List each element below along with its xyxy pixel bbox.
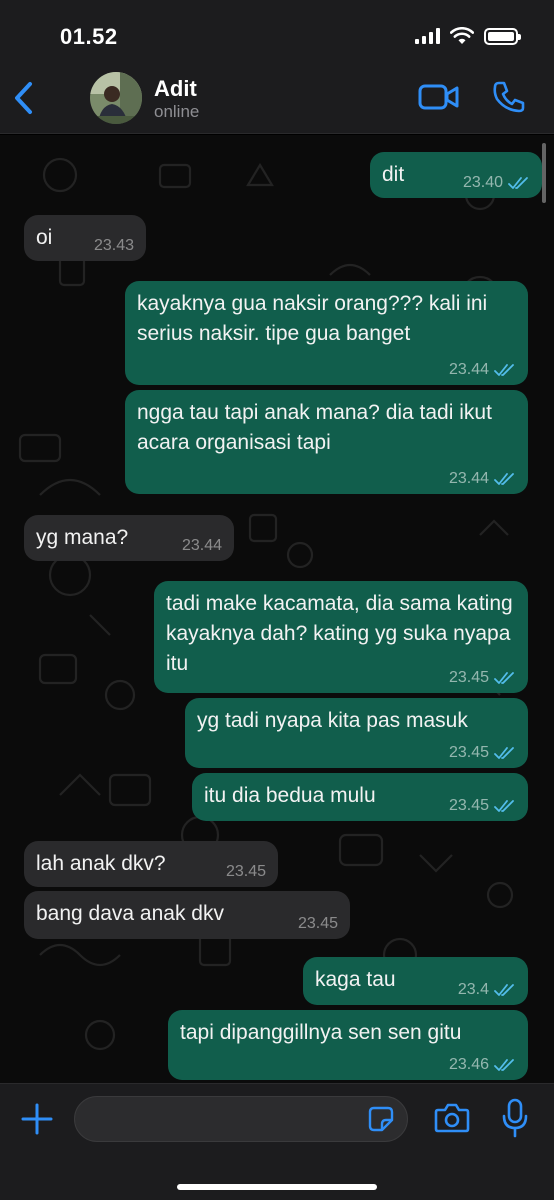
message-meta: 23.43 [94,237,134,255]
message-meta: 23.45 [449,797,516,815]
double-check-icon [494,984,514,996]
composer-bar [0,1083,554,1200]
outgoing-message-bubble[interactable]: kayaknya gua naksir orang??? kali ini se… [125,281,528,385]
double-check-icon [508,177,528,189]
message-meta: 23.44 [182,537,222,555]
message-time: 23.44 [181,537,222,554]
message-text: kayaknya gua naksir orang??? kali ini se… [137,292,488,345]
home-indicator[interactable] [177,1184,377,1190]
microphone-icon[interactable] [502,1098,528,1138]
double-check-icon [494,672,514,684]
message-text: tapi dipanggillnya sen sen gitu [180,1021,462,1044]
message-time: 23.44 [448,361,489,378]
outgoing-message-bubble[interactable]: tadi make kacamata, dia sama kating kaya… [154,581,528,693]
avatar[interactable] [90,72,142,124]
double-check-icon [494,747,514,759]
message-meta: 23.4 [458,981,516,999]
message-time: 23.45 [448,744,489,761]
double-check-icon [494,473,514,485]
message-meta: 23.40 [463,174,530,192]
back-chevron-icon[interactable] [8,76,42,120]
message-meta: 23.46 [449,1056,516,1074]
message-time: 23.4 [457,981,489,998]
chat-header: Adit online [0,64,554,134]
message-time: 23.43 [93,237,134,254]
outgoing-message-bubble[interactable]: ngga tau tapi anak mana? dia tadi ikut a… [125,390,528,494]
battery-icon [484,27,521,45]
outgoing-message-bubble[interactable]: yg tadi nyapa kita pas masuk 23.45 [185,698,528,768]
message-meta: 23.45 [298,915,338,933]
phone-icon[interactable] [492,80,526,114]
message-text: ngga tau tapi anak mana? dia tadi ikut a… [137,401,492,454]
message-time: 23.45 [448,669,489,686]
incoming-message-bubble[interactable]: yg mana? 23.44 [24,515,234,561]
status-time: 01.52 [60,24,118,49]
outgoing-message-bubble[interactable]: itu dia bedua mulu 23.45 [192,773,528,821]
message-input[interactable] [74,1096,408,1142]
message-meta: 23.45 [449,669,516,687]
plus-icon[interactable] [20,1102,54,1136]
message-time: 23.46 [448,1056,489,1073]
incoming-message-bubble[interactable]: lah anak dkv? 23.45 [24,841,278,887]
scrollbar[interactable] [542,143,546,203]
camera-icon[interactable] [434,1102,470,1134]
message-time: 23.45 [225,863,266,880]
message-text: yg tadi nyapa kita pas masuk [197,709,468,732]
outgoing-message-bubble[interactable]: kaga tau 23.4 [303,957,528,1005]
contact-status: online [154,102,200,121]
message-meta: 23.45 [449,744,516,762]
double-check-icon [494,1059,514,1071]
wifi-icon [450,27,474,44]
incoming-message-bubble[interactable]: oi 23.43 [24,215,146,261]
message-list[interactable]: dit 23.40 oi 23.43 kayaknya gua naksir orang… [0,135,554,1083]
message-text: bang dava anak dkv [36,902,224,925]
message-meta: 23.44 [449,361,516,379]
status-bar: 01.52 [0,0,554,64]
video-call-icon[interactable] [418,82,460,112]
message-time: 23.44 [448,470,489,487]
message-time: 23.45 [448,797,489,814]
status-icons [415,27,521,45]
contact-name[interactable]: Adit [154,76,197,102]
message-time: 23.45 [297,915,338,932]
message-text: tadi make kacamata, dia sama kating kaya… [166,592,513,675]
double-check-icon [494,364,514,376]
sticker-icon[interactable] [368,1106,394,1132]
outgoing-message-bubble[interactable]: tapi dipanggillnya sen sen gitu 23.46 [168,1010,528,1080]
message-meta: 23.45 [226,863,266,881]
cellular-signal-icon [415,28,440,44]
incoming-message-bubble[interactable]: bang dava anak dkv 23.45 [24,891,350,939]
double-check-icon [494,800,514,812]
outgoing-message-bubble[interactable]: dit 23.40 [370,152,542,198]
message-meta: 23.44 [449,470,516,488]
message-time: 23.40 [462,174,503,191]
